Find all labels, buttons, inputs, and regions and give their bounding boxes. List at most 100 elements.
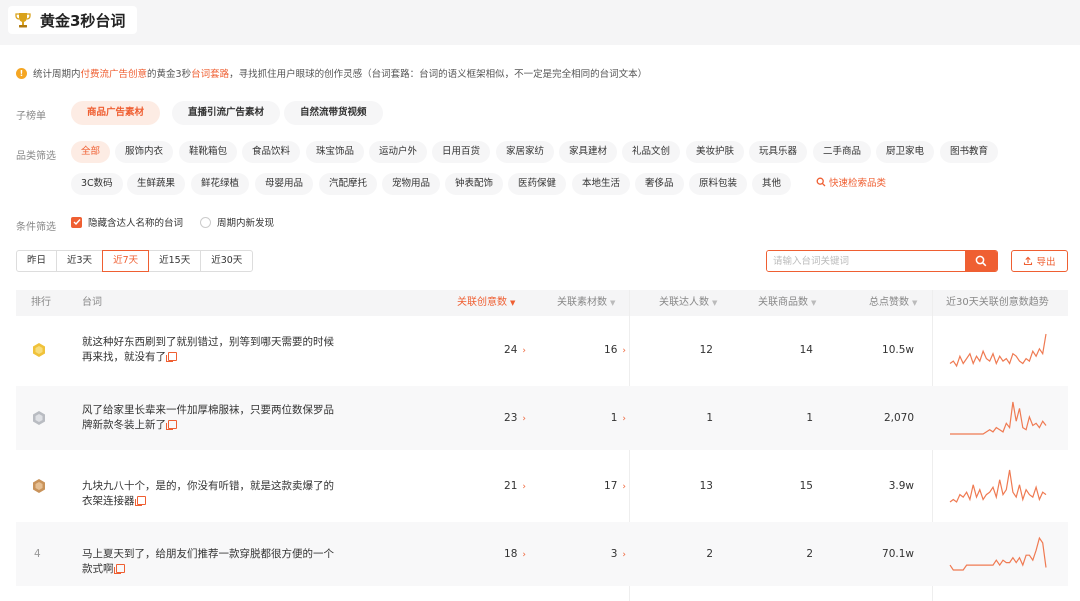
period-30-days[interactable]: 近30天 <box>200 250 254 272</box>
category-chip[interactable]: 珠宝饰品 <box>306 141 365 163</box>
table-row[interactable]: 风了给家里长辈来一件加厚棉服袜，只要两位数保罗品牌新款冬装上新了 23 › 1 › … <box>16 386 1068 450</box>
top-bar: 黄金3秒台词 <box>0 0 1080 45</box>
category-chip[interactable]: 鞋靴箱包 <box>179 141 238 163</box>
category-chip[interactable]: 鲜花绿植 <box>191 173 250 195</box>
table-header: 排行 台词 关联创意数 ▼ 关联素材数 ▼ 关联达人数 ▼ 关联商品数 ▼ 总点赞数 ▼ … <box>16 290 1068 316</box>
category-chip[interactable]: 家具建材 <box>559 141 618 163</box>
quote-text: 风了给家里长辈来一件加厚棉服袜，只要两位数保罗品牌新款冬装上新了 <box>82 403 334 433</box>
period-7-days[interactable]: 近7天 <box>102 250 150 272</box>
category-chip[interactable]: 母婴用品 <box>255 173 314 195</box>
category-label: 品类筛选 <box>16 151 56 162</box>
category-chip[interactable]: 玩具乐器 <box>749 141 808 163</box>
materials-count[interactable]: 16 › <box>556 344 626 356</box>
category-chip[interactable]: 钟表配饰 <box>445 173 504 195</box>
gold-medal-icon <box>33 343 45 357</box>
category-chip[interactable]: 生鲜蔬果 <box>127 173 186 195</box>
chevron-right-icon: › <box>522 550 526 560</box>
trend-sparkline <box>950 401 1047 435</box>
notice-prefix: 统计周期内 <box>33 69 81 80</box>
quick-category-search[interactable]: 快速检索品类 <box>812 173 897 195</box>
category-chip[interactable]: 宠物用品 <box>382 173 441 195</box>
header-products-label: 关联商品数 <box>758 297 808 308</box>
notice-middle: 的黄金3秒 <box>147 69 192 80</box>
copy-icon[interactable] <box>113 564 125 574</box>
header-influencers-label: 关联达人数 <box>659 297 709 308</box>
sort-desc-icon: ▼ <box>510 299 516 307</box>
search-icon <box>975 255 987 267</box>
keyword-search-input[interactable] <box>767 251 965 271</box>
category-chip[interactable]: 医药保健 <box>508 173 567 195</box>
notice-text: 统计周期内付费流广告创意的黄金3秒台词套路，寻找抓住用户眼球的创作灵感（台词套路… <box>33 66 647 80</box>
copy-icon[interactable] <box>166 420 177 430</box>
creatives-count[interactable]: 23 › <box>456 412 526 424</box>
materials-count[interactable]: 1 › <box>556 412 626 424</box>
subtab-product-ads[interactable]: 商品广告素材 <box>71 101 161 125</box>
new-in-period-option[interactable]: 周期内新发现 <box>200 215 274 229</box>
category-chip[interactable]: 家居家纺 <box>496 141 555 163</box>
chevron-right-icon: › <box>522 346 526 356</box>
copy-icon[interactable] <box>134 496 146 506</box>
category-chip[interactable]: 3C数码 <box>71 173 123 195</box>
materials-count[interactable]: 17 › <box>556 480 626 492</box>
chevron-right-icon: › <box>522 482 526 492</box>
category-chip[interactable]: 其他 <box>752 173 792 195</box>
category-chip[interactable]: 汽配摩托 <box>319 173 378 195</box>
creatives-count[interactable]: 21 › <box>456 480 526 492</box>
quick-search-label: 快速检索品类 <box>829 178 887 189</box>
products-count: 2 <box>806 548 813 560</box>
header-products[interactable]: 关联商品数 ▼ <box>758 290 816 316</box>
category-chip[interactable]: 食品饮料 <box>242 141 301 163</box>
search-button[interactable] <box>965 251 997 271</box>
category-chip[interactable]: 美妆护肤 <box>686 141 745 163</box>
category-chip[interactable]: 二手商品 <box>813 141 872 163</box>
likes-count: 10.5w <box>882 344 914 356</box>
header-likes[interactable]: 总点赞数 ▼ <box>869 290 917 316</box>
new-in-period-label: 周期内新发现 <box>217 218 275 229</box>
category-chip[interactable]: 日用百货 <box>432 141 491 163</box>
header-creatives-label: 关联创意数 <box>457 297 507 308</box>
hide-names-checkbox[interactable]: 隐藏含达人名称的台词 <box>71 215 183 229</box>
chevron-right-icon: › <box>522 414 526 424</box>
export-label: 导出 <box>1036 257 1056 268</box>
materials-value: 1 <box>610 412 618 424</box>
rank-number: 4 <box>34 548 41 560</box>
category-chip[interactable]: 厨卫家电 <box>876 141 935 163</box>
subtab-organic-video[interactable]: 自然流带货视频 <box>284 101 383 125</box>
notice-link-quote-pattern[interactable]: 台词套路 <box>191 69 229 80</box>
period-yesterday[interactable]: 昨日 <box>16 250 58 272</box>
creatives-count[interactable]: 24 › <box>456 344 526 356</box>
sort-icon: ▼ <box>811 299 817 307</box>
category-chip[interactable]: 本地生活 <box>572 173 631 195</box>
header-influencers[interactable]: 关联达人数 ▼ <box>659 290 717 316</box>
materials-value: 17 <box>604 480 618 492</box>
export-button[interactable]: 导出 <box>1011 250 1068 272</box>
category-chip[interactable]: 服饰内衣 <box>115 141 174 163</box>
table-row[interactable]: 4 马上夏天到了，给朋友们推荐一款穿脱都很方便的一个款式啊 18 › 3 › 2 2… <box>16 522 1068 586</box>
period-3-days[interactable]: 近3天 <box>56 250 104 272</box>
period-selector: 昨日 近3天 近7天 近15天 近30天 <box>16 250 254 272</box>
header-creatives[interactable]: 关联创意数 ▼ <box>457 290 515 316</box>
period-15-days[interactable]: 近15天 <box>148 250 202 272</box>
copy-icon[interactable] <box>166 352 177 362</box>
category-chip[interactable]: 运动户外 <box>369 141 428 163</box>
materials-count[interactable]: 3 › <box>556 548 626 560</box>
category-chip[interactable]: 图书教育 <box>940 141 999 163</box>
likes-count: 2,070 <box>883 412 914 424</box>
table-row[interactable]: 九块九八十个，是的，你没有听错，就是这款卖爆了的衣架连接器 21 › 17 › 13… <box>16 454 1068 518</box>
category-chip[interactable]: 礼品文创 <box>622 141 681 163</box>
sort-icon: ▼ <box>610 299 616 307</box>
silver-medal-icon <box>33 411 45 425</box>
notice-link-paid-ads[interactable]: 付费流广告创意 <box>81 69 148 80</box>
creatives-count[interactable]: 18 › <box>456 548 526 560</box>
bronze-medal-icon <box>33 479 45 493</box>
category-chip[interactable]: 奢侈品 <box>635 173 684 195</box>
category-chip[interactable]: 原料包装 <box>689 173 748 195</box>
table-row[interactable]: 就这种好东西刷到了就别错过，别等到哪天需要的时候再来找，就没有了 24 › 16 ›… <box>16 318 1068 382</box>
chevron-right-icon: › <box>622 414 626 424</box>
radio-icon <box>200 216 211 228</box>
category-chip[interactable]: 全部 <box>71 141 111 163</box>
quote-text-content: 就这种好东西刷到了就别错过，别等到哪天需要的时候再来找，就没有了 <box>82 336 334 363</box>
subtab-live-ads[interactable]: 直播引流广告素材 <box>172 101 281 125</box>
conditions-label: 条件筛选 <box>16 222 56 233</box>
header-materials[interactable]: 关联素材数 ▼ <box>557 290 615 316</box>
